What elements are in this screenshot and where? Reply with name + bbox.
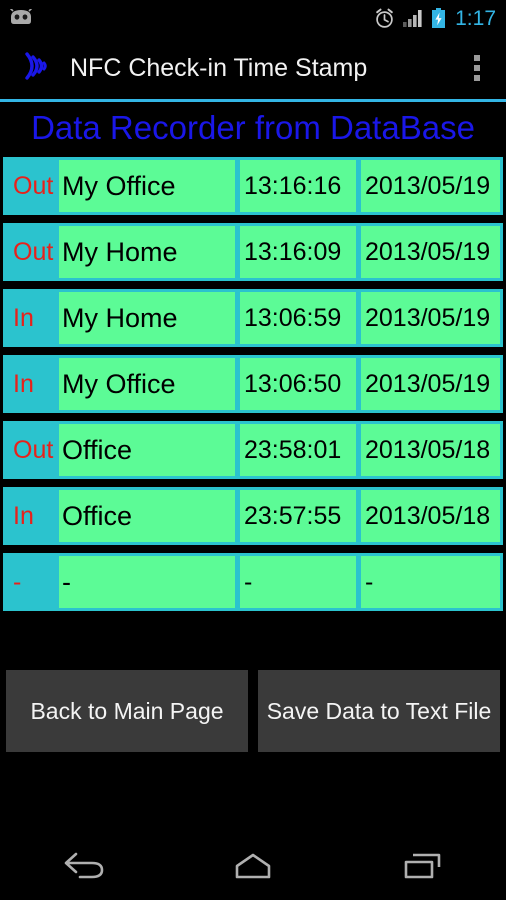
row-direction: Out (13, 435, 54, 464)
app-title: NFC Check-in Time Stamp (70, 53, 368, 82)
battery-charging-icon (431, 7, 446, 29)
alarm-clock-icon (374, 8, 395, 29)
row-time: - (240, 556, 356, 608)
row-direction: In (13, 369, 34, 398)
row-place: Office (59, 424, 235, 476)
row-date: 2013/05/19 (361, 160, 500, 212)
row-time: 13:06:59 (240, 292, 356, 344)
recent-apps-icon[interactable] (367, 832, 477, 900)
row-date: - (361, 556, 500, 608)
row-place: My Home (59, 226, 235, 278)
table-row[interactable]: ---- (3, 553, 503, 611)
row-date: 2013/05/19 (361, 292, 500, 344)
table-row[interactable]: In My Office 13:06:50 2013/05/19 (3, 355, 503, 413)
row-place: My Office (59, 160, 235, 212)
button-bar: Back to Main Page Save Data to Text File (6, 670, 500, 752)
back-arrow-icon[interactable] (29, 832, 139, 900)
row-place: - (59, 556, 235, 608)
status-bar-system-icons: 1:17 (374, 6, 496, 30)
row-time: 13:06:50 (240, 358, 356, 410)
status-bar-notifications (8, 9, 34, 27)
status-bar: 1:17 (0, 0, 506, 36)
row-direction: In (13, 303, 34, 332)
row-time: 23:58:01 (240, 424, 356, 476)
row-time: 13:16:09 (240, 226, 356, 278)
overflow-menu-icon[interactable] (454, 40, 500, 96)
back-to-main-page-button[interactable]: Back to Main Page (6, 670, 248, 752)
table-row[interactable]: Out Office 23:58:01 2013/05/18 (3, 421, 503, 479)
row-place: Office (59, 490, 235, 542)
overflow-dot (474, 75, 480, 81)
page-title: Data Recorder from DataBase (31, 109, 475, 146)
row-time: 23:57:55 (240, 490, 356, 542)
row-date: 2013/05/18 (361, 424, 500, 476)
row-direction: In (13, 501, 34, 530)
data-table: Out My Office 13:16:16 2013/05/19 Out My Home… (3, 157, 503, 619)
android-robot-icon (8, 9, 34, 27)
table-row[interactable]: In My Home 13:06:59 2013/05/19 (3, 289, 503, 347)
action-bar-divider (0, 99, 506, 102)
table-row[interactable]: Out My Home 13:16:09 2013/05/19 (3, 223, 503, 281)
row-direction: Out (13, 171, 54, 200)
save-data-to-text-file-button[interactable]: Save Data to Text File (258, 670, 500, 752)
table-row[interactable]: In Office 23:57:55 2013/05/18 (3, 487, 503, 545)
overflow-dot (474, 65, 480, 71)
row-direction: - (13, 567, 22, 596)
row-place: My Office (59, 358, 235, 410)
action-bar: NFC Check-in Time Stamp (0, 36, 506, 100)
row-time: 13:16:16 (240, 160, 356, 212)
row-place: My Home (59, 292, 235, 344)
table-row[interactable]: Out My Office 13:16:16 2013/05/19 (3, 157, 503, 215)
signal-bars-icon (402, 9, 424, 28)
navigation-bar (0, 832, 506, 900)
row-date: 2013/05/19 (361, 226, 500, 278)
row-date: 2013/05/18 (361, 490, 500, 542)
home-icon[interactable] (198, 832, 308, 900)
status-bar-clock: 1:17 (455, 6, 496, 30)
overflow-dot (474, 55, 480, 61)
row-date: 2013/05/19 (361, 358, 500, 410)
row-direction: Out (13, 237, 54, 266)
nfc-wave-icon (18, 49, 52, 88)
